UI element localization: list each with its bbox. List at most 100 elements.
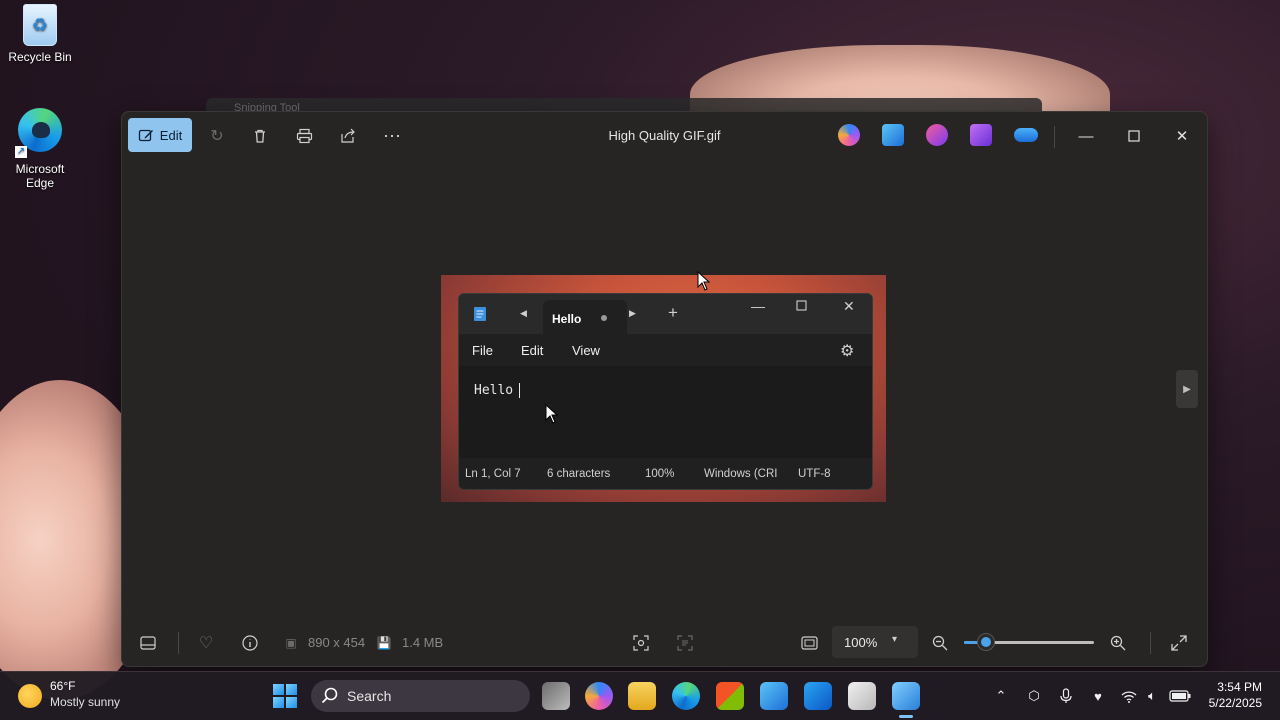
notepad-window-in-image: ◀ Hello ▶ + — ✕ File Edit View ⚙ Hello L… (458, 293, 873, 490)
system-clock[interactable]: 3:54 PM 5/22/2025 (1209, 679, 1262, 711)
sunny-weather-icon (18, 684, 42, 708)
share-icon[interactable] (336, 124, 360, 148)
clipchamp-icon[interactable] (926, 124, 948, 146)
shortcut-arrow-icon: ↗ (15, 146, 27, 158)
edit-label: Edit (159, 127, 183, 143)
full-screen-icon[interactable] (1168, 632, 1190, 654)
mouse-pointer-icon (545, 404, 559, 424)
search-icon (321, 687, 339, 709)
outlook-icon[interactable] (804, 682, 832, 710)
visual-search-icon[interactable] (630, 632, 652, 654)
notepad-menu-file: File (472, 343, 493, 358)
zoom-value: 100% (844, 635, 878, 650)
notepad-maximize-icon (796, 300, 807, 314)
text-caret (519, 383, 521, 398)
microphone-icon[interactable] (1057, 687, 1075, 705)
status-encoding: UTF-8 (798, 468, 831, 480)
notepad-content: Hello (474, 383, 514, 398)
status-position: Ln 1, Col 7 (465, 468, 521, 480)
notification-heart-icon[interactable]: ♥ (1089, 687, 1107, 705)
filmstrip-icon[interactable] (137, 632, 159, 654)
edge-label-line2: Edge (25, 176, 55, 190)
recycle-bin-label: Recycle Bin (8, 50, 72, 64)
notepad-close-icon: ✕ (843, 298, 855, 314)
notepad-menu-view: View (572, 343, 600, 358)
start-button[interactable] (273, 684, 297, 708)
zoom-dropdown[interactable]: 100% ▾ (832, 626, 918, 658)
scroll-tabs-left-icon: ◀ (520, 308, 527, 318)
file-size-icon: 💾 (376, 636, 392, 650)
zoom-in-icon[interactable] (1107, 632, 1129, 654)
edge-label-line1: Microsoft (15, 162, 65, 176)
task-view-icon[interactable] (542, 682, 570, 710)
copilot-icon[interactable] (838, 124, 860, 146)
bottom-divider-2 (1150, 632, 1151, 654)
designer-icon[interactable] (882, 124, 904, 146)
favorite-heart-icon[interactable]: ♡ (195, 632, 217, 654)
clock-time: 3:54 PM (1217, 680, 1262, 694)
recycle-bin-desktop-icon[interactable]: ♻ Recycle Bin (1, 4, 79, 64)
clock-date: 5/22/2025 (1208, 696, 1262, 710)
fit-to-window-icon[interactable] (798, 632, 820, 654)
copilot-taskbar-icon[interactable] (585, 682, 613, 710)
notepad-tab-label: Hello (552, 312, 582, 326)
chevron-down-icon: ▾ (892, 634, 898, 645)
bottom-divider-1 (178, 632, 179, 654)
next-image-button[interactable]: ▶ (1176, 370, 1198, 408)
edit-button[interactable]: Edit (128, 118, 192, 152)
notepad-menu-edit: Edit (521, 343, 544, 358)
unsaved-dot-icon (601, 315, 607, 321)
snipping-tool-taskbar-icon[interactable] (848, 682, 876, 710)
more-icon[interactable]: ⋯ (380, 124, 404, 148)
recycle-bin-icon: ♻ (23, 4, 57, 46)
weather-temp: 66°F (50, 679, 76, 693)
settings-gear-icon: ⚙ (840, 343, 855, 360)
edge-desktop-icon[interactable]: ↗ Microsoft Edge (1, 108, 79, 190)
maximize-button[interactable] (1120, 124, 1148, 148)
notepad-menu-bar: File Edit View ⚙ (459, 334, 872, 366)
edge-taskbar-icon[interactable] (672, 682, 700, 710)
photos-window[interactable]: Edit ↻ ⋯ High Quality GIF.gif — ✕ ◀ Hell… (121, 111, 1208, 667)
photos-title: High Quality GIF.gif (608, 128, 721, 143)
zoom-out-icon[interactable] (929, 632, 951, 654)
dimensions-icon: ▣ (285, 636, 297, 650)
edit-icon (138, 129, 153, 142)
taskbar: 66°F Mostly sunny Search ⌃ ⬡ ♥ 🔈︎ 3:54 P… (0, 671, 1280, 720)
zoom-slider[interactable] (964, 634, 1094, 650)
copilot-tray-icon[interactable]: ⬡ (1025, 687, 1043, 705)
designer-preview-icon[interactable] (760, 682, 788, 710)
status-zoom: 100% (645, 468, 675, 480)
photos-titlebar[interactable]: Edit ↻ ⋯ High Quality GIF.gif — ✕ (122, 112, 1207, 160)
microsoft-store-icon[interactable] (716, 682, 744, 710)
notepad-tab: Hello (543, 300, 627, 334)
minimize-button[interactable]: — (1072, 124, 1100, 148)
volume-icon[interactable]: 🔈︎ (1143, 687, 1161, 705)
notepad-minimize-icon: — (751, 298, 765, 314)
close-button[interactable]: ✕ (1168, 124, 1196, 148)
image-dimensions: 890 x 454 (308, 635, 366, 650)
mouse-cursor-icon (697, 271, 711, 291)
delete-icon[interactable] (248, 124, 272, 148)
zoom-slider-thumb[interactable] (978, 634, 995, 650)
rotate-icon[interactable]: ↻ (205, 124, 229, 148)
photos-taskbar-icon[interactable] (892, 682, 920, 718)
displayed-image: ◀ Hello ▶ + — ✕ File Edit View ⚙ Hello L… (441, 275, 886, 502)
search-label: Search (347, 688, 392, 704)
onedrive-icon[interactable] (1014, 128, 1038, 142)
file-explorer-icon[interactable] (628, 682, 656, 710)
notepad-text-area: Hello (459, 366, 872, 458)
battery-icon[interactable] (1169, 687, 1191, 705)
print-icon[interactable] (292, 124, 316, 148)
video-editor-icon[interactable] (970, 124, 992, 146)
taskbar-search[interactable]: Search (311, 680, 530, 712)
wifi-icon[interactable] (1120, 687, 1138, 705)
status-line-ending: Windows (CRI (704, 468, 778, 480)
scroll-tabs-right-icon: ▶ (629, 308, 636, 318)
notepad-status-bar: Ln 1, Col 7 6 characters 100% Windows (C… (459, 459, 872, 489)
scan-text-icon[interactable] (674, 632, 696, 654)
notepad-app-icon (473, 306, 487, 325)
status-characters: 6 characters (547, 468, 611, 480)
show-hidden-icons-chevron-up-icon[interactable]: ⌃ (992, 687, 1010, 705)
info-icon[interactable] (239, 632, 261, 654)
photos-bottom-bar: ♡ ▣ 890 x 454 💾 1.4 MB 100% ▾ (122, 618, 1207, 666)
